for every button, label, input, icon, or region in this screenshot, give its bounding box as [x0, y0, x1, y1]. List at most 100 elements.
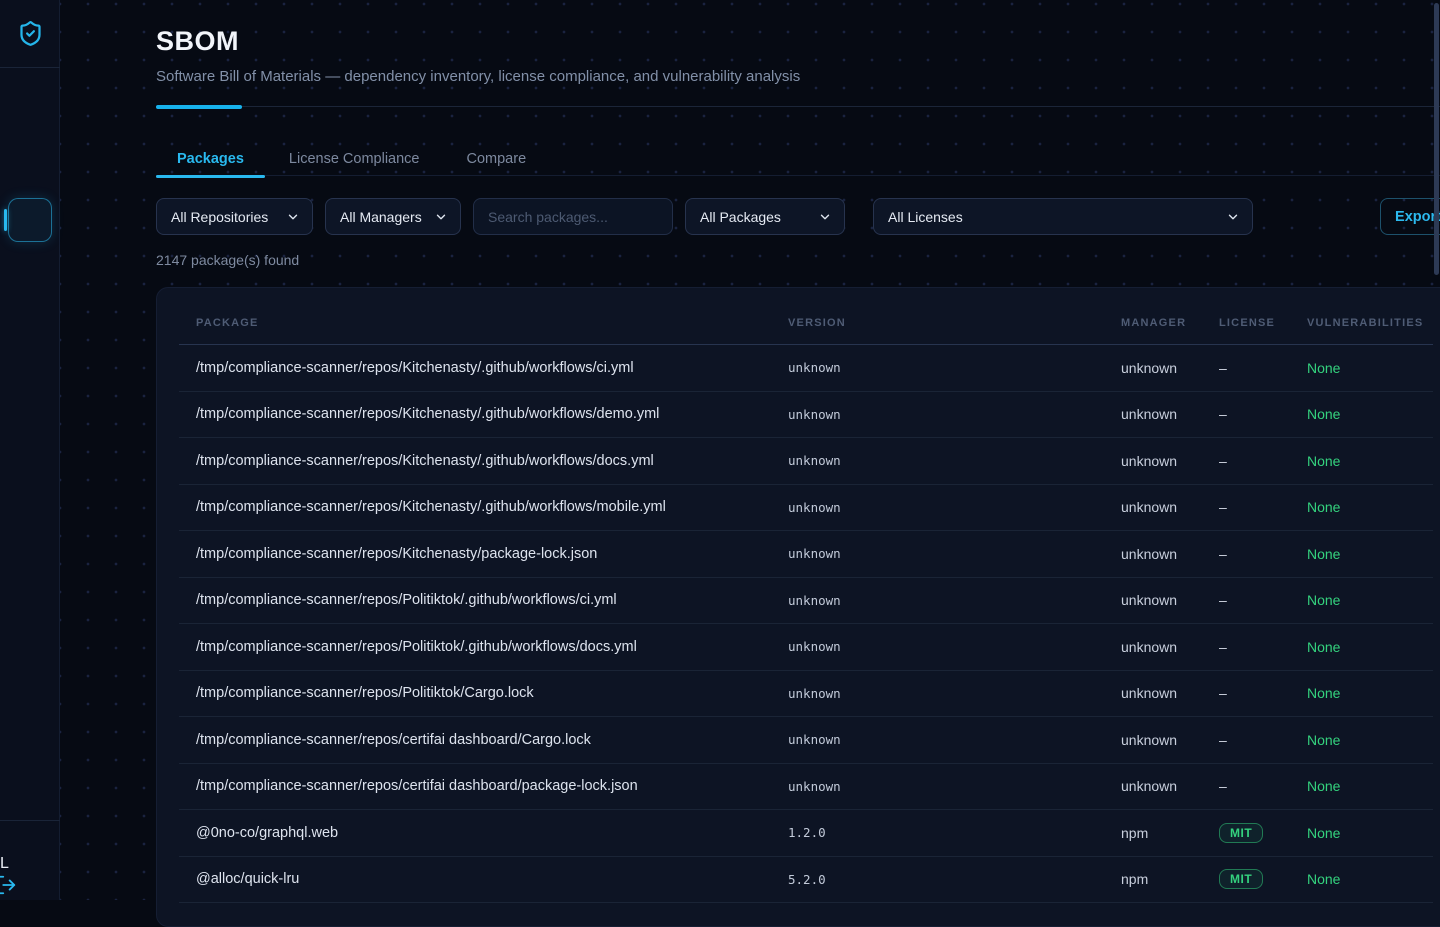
manager-filter-select[interactable]: All Managers	[325, 198, 461, 235]
table-row[interactable]: /tmp/compliance-scanner/repos/certifai d…	[179, 717, 1433, 764]
cell-version: unknown	[771, 500, 1104, 515]
app-logo[interactable]	[0, 0, 60, 68]
sidebar-item-inventory[interactable]	[10, 239, 50, 279]
sidebar: L	[0, 0, 60, 900]
cell-manager: unknown	[1104, 592, 1202, 608]
cell-license: MIT	[1202, 823, 1290, 843]
cell-vulnerabilities: None	[1290, 453, 1433, 469]
cell-package: /tmp/compliance-scanner/repos/Politiktok…	[179, 639, 771, 655]
cell-package: /tmp/compliance-scanner/repos/Kitchenast…	[179, 360, 771, 376]
cell-version: unknown	[771, 407, 1104, 422]
license-filter-select[interactable]: All Licenses	[873, 198, 1253, 235]
cell-manager: unknown	[1104, 778, 1202, 794]
sidebar-item-settings[interactable]	[10, 320, 50, 360]
sidebar-item-security[interactable]	[10, 160, 50, 200]
license-value: MIT	[1219, 869, 1263, 889]
table-row[interactable]: /tmp/compliance-scanner/repos/Kitchenast…	[179, 531, 1433, 578]
cell-version: unknown	[771, 732, 1104, 747]
vertical-scrollbar-thumb[interactable]	[1434, 3, 1439, 275]
cell-vulnerabilities: None	[1290, 499, 1433, 515]
sidebar-item-repositories[interactable]	[10, 121, 50, 161]
cell-version: unknown	[771, 546, 1104, 561]
cell-version: unknown	[771, 453, 1104, 468]
license-value: –	[1219, 732, 1227, 748]
sidebar-collapse-toggle[interactable]	[10, 817, 50, 857]
table-row[interactable]: /tmp/compliance-scanner/repos/Kitchenast…	[179, 392, 1433, 439]
cell-license: –	[1202, 685, 1290, 701]
chevron-down-icon	[1226, 210, 1240, 224]
license-value: –	[1219, 499, 1227, 515]
table-header-row: Package Version Manager License Vulnerab…	[179, 302, 1433, 345]
title-divider-accent	[156, 105, 242, 109]
search-input[interactable]	[473, 198, 673, 235]
chevron-down-icon	[818, 210, 832, 224]
cell-vulnerabilities: None	[1290, 685, 1433, 701]
table-row[interactable]: /tmp/compliance-scanner/repos/Politiktok…	[179, 671, 1433, 718]
active-nav-indicator	[4, 209, 7, 231]
license-value: –	[1219, 592, 1227, 608]
cell-vulnerabilities: None	[1290, 592, 1433, 608]
cell-manager: unknown	[1104, 360, 1202, 376]
cell-version: 5.2.0	[771, 872, 1104, 887]
cell-package: /tmp/compliance-scanner/repos/Kitchenast…	[179, 453, 771, 469]
cell-vulnerabilities: None	[1290, 825, 1433, 841]
table-row[interactable]: @alloc/quick-lru 5.2.0 npm MIT None	[179, 857, 1433, 904]
tab-license-compliance[interactable]: License Compliance	[289, 142, 420, 176]
bottom-left-label: L	[0, 855, 9, 873]
table-body: /tmp/compliance-scanner/repos/Kitchenast…	[157, 345, 1440, 903]
cell-license: –	[1202, 360, 1290, 376]
bug-icon	[20, 290, 40, 310]
license-value: –	[1219, 685, 1227, 701]
book-open-icon	[20, 787, 40, 807]
cell-license: –	[1202, 453, 1290, 469]
table-row[interactable]: /tmp/compliance-scanner/repos/Kitchenast…	[179, 438, 1433, 485]
cell-vulnerabilities: None	[1290, 732, 1433, 748]
tab-compare[interactable]: Compare	[467, 142, 527, 176]
cell-manager: unknown	[1104, 499, 1202, 515]
sidebar-item-packages[interactable]	[8, 198, 52, 242]
table-row[interactable]: /tmp/compliance-scanner/repos/Politiktok…	[179, 578, 1433, 625]
table-row[interactable]: /tmp/compliance-scanner/repos/Kitchenast…	[179, 485, 1433, 532]
cell-version: 1.2.0	[771, 825, 1104, 840]
cell-manager: unknown	[1104, 639, 1202, 655]
chevron-right-icon	[21, 828, 39, 846]
cell-license: –	[1202, 778, 1290, 794]
license-value: –	[1219, 639, 1227, 655]
cell-package: /tmp/compliance-scanner/repos/certifai d…	[179, 732, 771, 748]
shield-alert-icon	[20, 170, 40, 190]
cell-vulnerabilities: None	[1290, 546, 1433, 562]
table-row[interactable]: /tmp/compliance-scanner/repos/Kitchenast…	[179, 345, 1433, 392]
chevron-down-icon	[286, 210, 300, 224]
license-value: –	[1219, 360, 1227, 376]
package-filter-select[interactable]: All Packages	[685, 198, 845, 235]
license-value: –	[1219, 778, 1227, 794]
cell-package: /tmp/compliance-scanner/repos/Kitchenast…	[179, 546, 771, 562]
sidebar-item-dashboard[interactable]	[10, 80, 50, 120]
logout-button[interactable]	[0, 874, 17, 896]
license-filter-value: All Licenses	[888, 209, 963, 225]
repository-filter-value: All Repositories	[171, 209, 268, 225]
table-row[interactable]: /tmp/compliance-scanner/repos/Politiktok…	[179, 624, 1433, 671]
export-button[interactable]: Export	[1380, 198, 1440, 235]
sidebar-item-vulnerabilities[interactable]	[10, 280, 50, 320]
column-header-license: License	[1202, 317, 1290, 329]
column-header-vulnerabilities: Vulnerabilities	[1290, 317, 1433, 329]
main-content: SBOM Software Bill of Materials — depend…	[60, 0, 1440, 900]
cell-version: unknown	[771, 360, 1104, 375]
cell-license: –	[1202, 639, 1290, 655]
tab-packages[interactable]: Packages	[156, 142, 265, 176]
cell-manager: npm	[1104, 825, 1202, 841]
cell-vulnerabilities: None	[1290, 360, 1433, 376]
repository-filter-select[interactable]: All Repositories	[156, 198, 313, 235]
table-row[interactable]: @0no-co/graphql.web 1.2.0 npm MIT None	[179, 810, 1433, 857]
table-row[interactable]: /tmp/compliance-scanner/repos/certifai d…	[179, 764, 1433, 811]
list-icon	[20, 249, 40, 269]
cell-license: –	[1202, 406, 1290, 422]
column-header-manager: Manager	[1104, 317, 1202, 329]
cell-manager: unknown	[1104, 732, 1202, 748]
cell-license: –	[1202, 732, 1290, 748]
sidebar-item-docs[interactable]	[10, 777, 50, 817]
package-filter-value: All Packages	[700, 209, 781, 225]
cell-license: –	[1202, 499, 1290, 515]
cell-version: unknown	[771, 593, 1104, 608]
